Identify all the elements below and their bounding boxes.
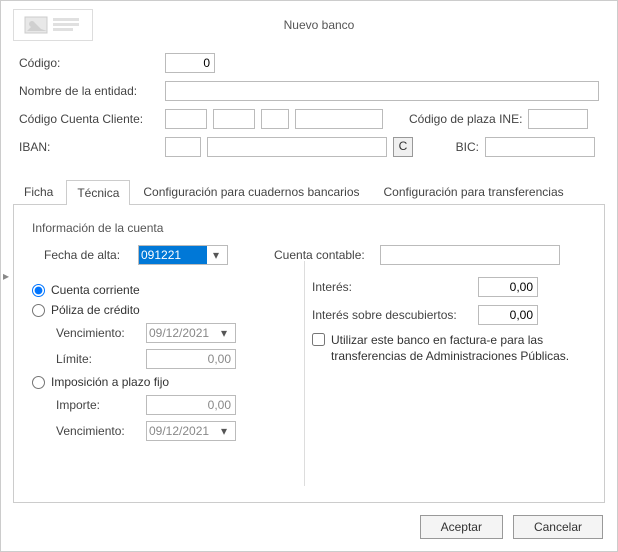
nombre-label: Nombre de la entidad: bbox=[19, 84, 159, 98]
iban-input-1[interactable] bbox=[165, 137, 201, 157]
divider bbox=[304, 261, 305, 486]
dialog-icon bbox=[13, 9, 93, 41]
cuenta-contable-input[interactable] bbox=[380, 245, 560, 265]
accept-button[interactable]: Aceptar bbox=[420, 515, 503, 539]
impos-importe-label: Importe: bbox=[56, 398, 146, 412]
fecha-alta-input[interactable]: ▾ bbox=[138, 245, 228, 265]
fecha-alta-label: Fecha de alta: bbox=[44, 248, 132, 262]
radio-imposicion[interactable] bbox=[32, 376, 45, 389]
bic-input[interactable] bbox=[485, 137, 595, 157]
plaza-label: Código de plaza INE: bbox=[409, 112, 522, 126]
tab-ficha[interactable]: Ficha bbox=[13, 179, 64, 204]
chevron-down-icon[interactable]: ▾ bbox=[207, 248, 225, 262]
interes-input[interactable] bbox=[478, 277, 538, 297]
impos-venc-label: Vencimiento: bbox=[56, 424, 146, 438]
ccc-input-1[interactable] bbox=[165, 109, 207, 129]
chevron-down-icon[interactable]: ▾ bbox=[215, 424, 233, 438]
expand-strip[interactable]: ▸ bbox=[1, 261, 11, 291]
ccc-input-4[interactable] bbox=[295, 109, 383, 129]
interes-desc-input[interactable] bbox=[478, 305, 538, 325]
tab-tecnica[interactable]: Técnica bbox=[66, 180, 130, 205]
cancel-button[interactable]: Cancelar bbox=[513, 515, 603, 539]
iban-input-2[interactable] bbox=[207, 137, 387, 157]
impos-venc-input[interactable]: ▾ bbox=[146, 421, 236, 441]
dialog-title: Nuevo banco bbox=[113, 18, 605, 32]
tab-transferencias[interactable]: Configuración para transferencias bbox=[373, 179, 575, 204]
interes-desc-label: Interés sobre descubiertos: bbox=[312, 308, 472, 322]
iban-label: IBAN: bbox=[19, 140, 159, 154]
chevron-down-icon[interactable]: ▾ bbox=[215, 326, 233, 340]
codigo-input[interactable] bbox=[165, 53, 215, 73]
nombre-input[interactable] bbox=[165, 81, 599, 101]
radio-impos-label: Imposición a plazo fijo bbox=[51, 375, 169, 389]
poliza-limite-input[interactable] bbox=[146, 349, 236, 369]
bic-label: BIC: bbox=[449, 140, 479, 154]
impos-importe-input[interactable] bbox=[146, 395, 236, 415]
check-facturae-label: Utilizar este banco en factura-e para la… bbox=[331, 333, 586, 364]
radio-cc-label: Cuenta corriente bbox=[51, 283, 140, 297]
interes-label: Interés: bbox=[312, 280, 472, 294]
ccc-input-2[interactable] bbox=[213, 109, 255, 129]
iban-calc-button[interactable]: C bbox=[393, 137, 413, 157]
radio-poliza-label: Póliza de crédito bbox=[51, 303, 140, 317]
section-title: Información de la cuenta bbox=[32, 221, 586, 235]
plaza-input[interactable] bbox=[528, 109, 588, 129]
ccc-label: Código Cuenta Cliente: bbox=[19, 112, 159, 126]
poliza-venc-label: Vencimiento: bbox=[56, 326, 146, 340]
cuenta-contable-label: Cuenta contable: bbox=[274, 248, 374, 262]
radio-cuenta-corriente[interactable] bbox=[32, 284, 45, 297]
codigo-label: Código: bbox=[19, 56, 159, 70]
poliza-venc-input[interactable]: ▾ bbox=[146, 323, 236, 343]
tab-cuadernos[interactable]: Configuración para cuadernos bancarios bbox=[132, 179, 370, 204]
ccc-input-3[interactable] bbox=[261, 109, 289, 129]
radio-poliza[interactable] bbox=[32, 304, 45, 317]
check-facturae[interactable] bbox=[312, 333, 325, 346]
poliza-limite-label: Límite: bbox=[56, 352, 146, 366]
